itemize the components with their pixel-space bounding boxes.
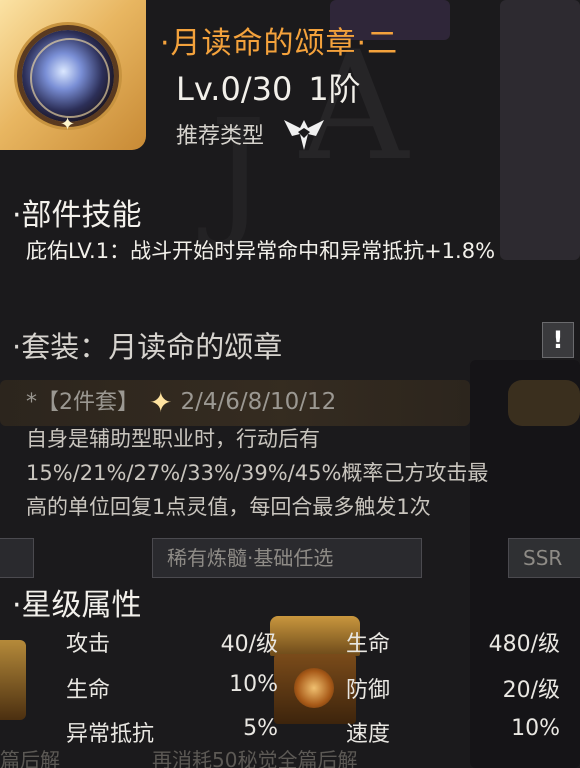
set-tag: *【2件套】 — [26, 390, 139, 415]
stat-label: 攻击 — [66, 632, 111, 657]
stat-row: 异常抵抗 5% 速度 10% — [0, 716, 580, 748]
rank-text: 1阶 — [308, 70, 361, 108]
recommend-type-label: 推荐类型 — [176, 124, 265, 149]
stat-row: 攻击 40/级 生命 480/级 — [0, 626, 580, 658]
stat-value: 20/级 — [502, 678, 560, 703]
stat-label: 防御 — [346, 678, 391, 703]
stat-row: 生命 10% 防御 20/级 — [0, 672, 580, 704]
stat-value: 10% — [511, 716, 560, 741]
set-bonus-line: *【2件套】 ✦ 2/4/6/8/10/12 — [26, 384, 336, 419]
background-tag-rare-essence: 稀有炼髓·基础任选 — [152, 538, 422, 578]
sparkle-icon: ✦ — [60, 114, 76, 135]
skill-description: 庇佑LV.1：战斗开始时异常命中和异常抵抗+1.8% — [26, 239, 496, 263]
background-letter-decoration: J — [210, 90, 266, 253]
stat-label: 生命 — [66, 678, 111, 703]
section-title-star-attributes: ·星级属性 — [12, 588, 142, 623]
stat-label: 异常抵抗 — [66, 722, 155, 747]
set-bonus-description: 自身是辅助型职业时，行动后有15%/21%/27%/33%/39%/45%概率己… — [26, 427, 489, 519]
emblem-ring — [30, 38, 110, 118]
stat-label: 生命 — [346, 632, 391, 657]
stat-label: 速度 — [346, 722, 391, 747]
level-text: Lv.0/30 — [176, 70, 293, 108]
stat-value: 10% — [229, 672, 278, 697]
background-tag-ssr: SSR — [508, 538, 580, 578]
info-alert-button[interactable]: ! — [542, 322, 574, 358]
section-title-skill: ·部件技能 — [12, 198, 142, 233]
stat-value: 5% — [243, 716, 278, 741]
stat-value: 480/级 — [488, 632, 560, 657]
equipment-title: ·月读命的颂章·二 — [160, 26, 399, 61]
support-class-icon — [284, 120, 324, 150]
background-highlight-button — [508, 380, 580, 426]
set-star-counts: 2/4/6/8/10/12 — [180, 389, 337, 415]
section-title-set: ·套装：月读命的颂章 — [12, 330, 283, 364]
background-panel-right — [500, 0, 580, 260]
stat-value: 40/级 — [220, 632, 278, 657]
equipment-level: Lv.0/30 1阶 — [176, 64, 361, 110]
background-tag-left — [0, 538, 34, 578]
star-sparkle-icon: ✦ — [149, 386, 173, 419]
equipment-icon-frame: ✦ — [0, 0, 146, 150]
